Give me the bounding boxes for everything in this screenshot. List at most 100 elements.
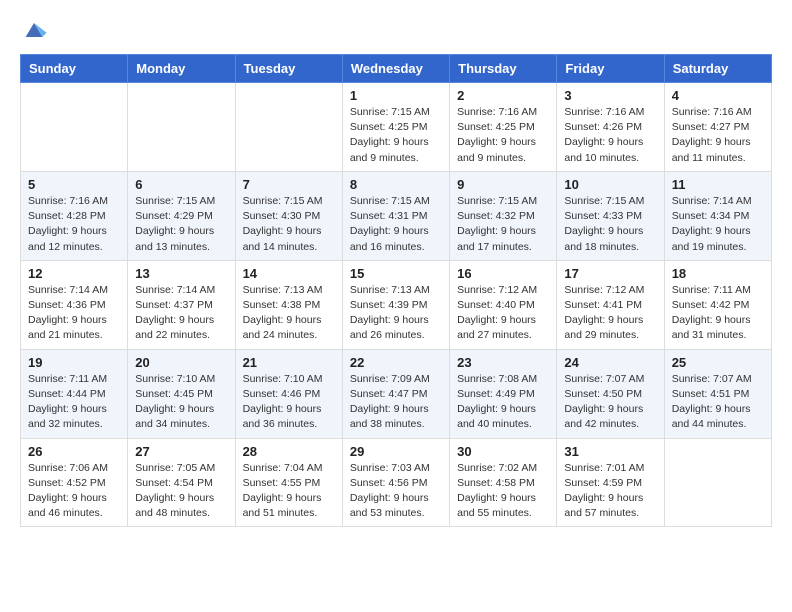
- day-info: Sunrise: 7:14 AM Sunset: 4:34 PM Dayligh…: [672, 194, 764, 255]
- calendar-cell: [235, 83, 342, 172]
- day-number: 27: [135, 444, 227, 459]
- weekday-header-friday: Friday: [557, 55, 664, 83]
- calendar-cell: 16 Sunrise: 7:12 AM Sunset: 4:40 PM Dayli…: [450, 260, 557, 349]
- calendar-cell: 15Sunrise: 7:13 AM Sunset: 4:39 PM Dayli…: [342, 260, 449, 349]
- day-number: 18: [672, 266, 764, 281]
- calendar-cell: [128, 83, 235, 172]
- day-number: 26: [28, 444, 120, 459]
- calendar-cell: 10 Sunrise: 7:15 AM Sunset: 4:33 PM Dayli…: [557, 171, 664, 260]
- day-info: Sunrise: 7:10 AM Sunset: 4:45 PM Dayligh…: [135, 372, 227, 433]
- calendar-week-2: 5 Sunrise: 7:16 AM Sunset: 4:28 PM Daylig…: [21, 171, 772, 260]
- day-number: 3: [564, 88, 656, 103]
- calendar-cell: 12 Sunrise: 7:14 AM Sunset: 4:36 PM Dayli…: [21, 260, 128, 349]
- day-info: Sunrise: 7:10 AM Sunset: 4:46 PM Dayligh…: [243, 372, 335, 433]
- calendar-cell: [664, 438, 771, 527]
- day-number: 21: [243, 355, 335, 370]
- calendar-cell: 7 Sunrise: 7:15 AM Sunset: 4:30 PM Daylig…: [235, 171, 342, 260]
- day-number: 4: [672, 88, 764, 103]
- day-number: 12: [28, 266, 120, 281]
- logo: [20, 16, 50, 44]
- day-number: 29: [350, 444, 442, 459]
- calendar-cell: 9Sunrise: 7:15 AM Sunset: 4:32 PM Daylig…: [450, 171, 557, 260]
- calendar-cell: 31Sunrise: 7:01 AM Sunset: 4:59 PM Dayli…: [557, 438, 664, 527]
- day-info: Sunrise: 7:11 AM Sunset: 4:42 PM Dayligh…: [672, 283, 764, 344]
- calendar-cell: 30 Sunrise: 7:02 AM Sunset: 4:58 PM Dayli…: [450, 438, 557, 527]
- day-info: Sunrise: 7:06 AM Sunset: 4:52 PM Dayligh…: [28, 461, 120, 522]
- calendar-cell: 1 Sunrise: 7:15 AM Sunset: 4:25 PM Daylig…: [342, 83, 449, 172]
- calendar-cell: 17Sunrise: 7:12 AM Sunset: 4:41 PM Dayli…: [557, 260, 664, 349]
- calendar-cell: 14Sunrise: 7:13 AM Sunset: 4:38 PM Dayli…: [235, 260, 342, 349]
- day-info: Sunrise: 7:15 AM Sunset: 4:31 PM Dayligh…: [350, 194, 442, 255]
- day-number: 22: [350, 355, 442, 370]
- day-number: 11: [672, 177, 764, 192]
- day-number: 8: [350, 177, 442, 192]
- calendar-cell: 24Sunrise: 7:07 AM Sunset: 4:50 PM Dayli…: [557, 349, 664, 438]
- day-number: 2: [457, 88, 549, 103]
- weekday-header-thursday: Thursday: [450, 55, 557, 83]
- calendar-cell: 4 Sunrise: 7:16 AM Sunset: 4:27 PM Daylig…: [664, 83, 771, 172]
- day-info: Sunrise: 7:16 AM Sunset: 4:25 PM Dayligh…: [457, 105, 549, 166]
- day-info: Sunrise: 7:16 AM Sunset: 4:28 PM Dayligh…: [28, 194, 120, 255]
- calendar-cell: 21 Sunrise: 7:10 AM Sunset: 4:46 PM Dayli…: [235, 349, 342, 438]
- day-info: Sunrise: 7:14 AM Sunset: 4:37 PM Dayligh…: [135, 283, 227, 344]
- day-info: Sunrise: 7:04 AM Sunset: 4:55 PM Dayligh…: [243, 461, 335, 522]
- day-number: 30: [457, 444, 549, 459]
- day-info: Sunrise: 7:03 AM Sunset: 4:56 PM Dayligh…: [350, 461, 442, 522]
- day-info: Sunrise: 7:15 AM Sunset: 4:29 PM Dayligh…: [135, 194, 227, 255]
- day-number: 19: [28, 355, 120, 370]
- day-number: 7: [243, 177, 335, 192]
- calendar-cell: 5 Sunrise: 7:16 AM Sunset: 4:28 PM Daylig…: [21, 171, 128, 260]
- day-number: 5: [28, 177, 120, 192]
- day-info: Sunrise: 7:08 AM Sunset: 4:49 PM Dayligh…: [457, 372, 549, 433]
- calendar-week-5: 26 Sunrise: 7:06 AM Sunset: 4:52 PM Dayli…: [21, 438, 772, 527]
- header: [20, 16, 772, 44]
- day-info: Sunrise: 7:07 AM Sunset: 4:51 PM Dayligh…: [672, 372, 764, 433]
- calendar-header: SundayMondayTuesdayWednesdayThursdayFrid…: [21, 55, 772, 83]
- day-number: 1: [350, 88, 442, 103]
- calendar-cell: 2 Sunrise: 7:16 AM Sunset: 4:25 PM Daylig…: [450, 83, 557, 172]
- day-info: Sunrise: 7:12 AM Sunset: 4:40 PM Dayligh…: [457, 283, 549, 344]
- day-info: Sunrise: 7:14 AM Sunset: 4:36 PM Dayligh…: [28, 283, 120, 344]
- day-info: Sunrise: 7:15 AM Sunset: 4:30 PM Dayligh…: [243, 194, 335, 255]
- calendar-cell: 19 Sunrise: 7:11 AM Sunset: 4:44 PM Dayli…: [21, 349, 128, 438]
- calendar-table: SundayMondayTuesdayWednesdayThursdayFrid…: [20, 54, 772, 527]
- day-info: Sunrise: 7:05 AM Sunset: 4:54 PM Dayligh…: [135, 461, 227, 522]
- weekday-header-tuesday: Tuesday: [235, 55, 342, 83]
- calendar-cell: 29 Sunrise: 7:03 AM Sunset: 4:56 PM Dayli…: [342, 438, 449, 527]
- day-info: Sunrise: 7:13 AM Sunset: 4:38 PM Dayligh…: [243, 283, 335, 344]
- day-number: 23: [457, 355, 549, 370]
- day-info: Sunrise: 7:16 AM Sunset: 4:26 PM Dayligh…: [564, 105, 656, 166]
- day-info: Sunrise: 7:09 AM Sunset: 4:47 PM Dayligh…: [350, 372, 442, 433]
- calendar-cell: 27 Sunrise: 7:05 AM Sunset: 4:54 PM Dayli…: [128, 438, 235, 527]
- day-number: 28: [243, 444, 335, 459]
- day-info: Sunrise: 7:16 AM Sunset: 4:27 PM Dayligh…: [672, 105, 764, 166]
- day-number: 24: [564, 355, 656, 370]
- calendar-cell: 26 Sunrise: 7:06 AM Sunset: 4:52 PM Dayli…: [21, 438, 128, 527]
- weekday-header-saturday: Saturday: [664, 55, 771, 83]
- calendar-cell: 18 Sunrise: 7:11 AM Sunset: 4:42 PM Dayli…: [664, 260, 771, 349]
- day-number: 16: [457, 266, 549, 281]
- weekday-header-row: SundayMondayTuesdayWednesdayThursdayFrid…: [21, 55, 772, 83]
- calendar-week-4: 19 Sunrise: 7:11 AM Sunset: 4:44 PM Dayli…: [21, 349, 772, 438]
- day-number: 10: [564, 177, 656, 192]
- calendar-cell: 8 Sunrise: 7:15 AM Sunset: 4:31 PM Daylig…: [342, 171, 449, 260]
- calendar-cell: 13 Sunrise: 7:14 AM Sunset: 4:37 PM Dayli…: [128, 260, 235, 349]
- calendar-cell: 28 Sunrise: 7:04 AM Sunset: 4:55 PM Dayli…: [235, 438, 342, 527]
- day-info: Sunrise: 7:02 AM Sunset: 4:58 PM Dayligh…: [457, 461, 549, 522]
- day-info: Sunrise: 7:01 AM Sunset: 4:59 PM Dayligh…: [564, 461, 656, 522]
- day-info: Sunrise: 7:13 AM Sunset: 4:39 PM Dayligh…: [350, 283, 442, 344]
- calendar-body: 1 Sunrise: 7:15 AM Sunset: 4:25 PM Daylig…: [21, 83, 772, 527]
- day-number: 17: [564, 266, 656, 281]
- day-info: Sunrise: 7:11 AM Sunset: 4:44 PM Dayligh…: [28, 372, 120, 433]
- calendar-cell: 3 Sunrise: 7:16 AM Sunset: 4:26 PM Daylig…: [557, 83, 664, 172]
- day-info: Sunrise: 7:15 AM Sunset: 4:25 PM Dayligh…: [350, 105, 442, 166]
- day-number: 13: [135, 266, 227, 281]
- calendar-cell: [21, 83, 128, 172]
- calendar-cell: 22 Sunrise: 7:09 AM Sunset: 4:47 PM Dayli…: [342, 349, 449, 438]
- day-info: Sunrise: 7:15 AM Sunset: 4:33 PM Dayligh…: [564, 194, 656, 255]
- calendar-week-3: 12 Sunrise: 7:14 AM Sunset: 4:36 PM Dayli…: [21, 260, 772, 349]
- calendar-cell: 6Sunrise: 7:15 AM Sunset: 4:29 PM Daylig…: [128, 171, 235, 260]
- day-number: 9: [457, 177, 549, 192]
- weekday-header-monday: Monday: [128, 55, 235, 83]
- calendar-cell: 23 Sunrise: 7:08 AM Sunset: 4:49 PM Dayli…: [450, 349, 557, 438]
